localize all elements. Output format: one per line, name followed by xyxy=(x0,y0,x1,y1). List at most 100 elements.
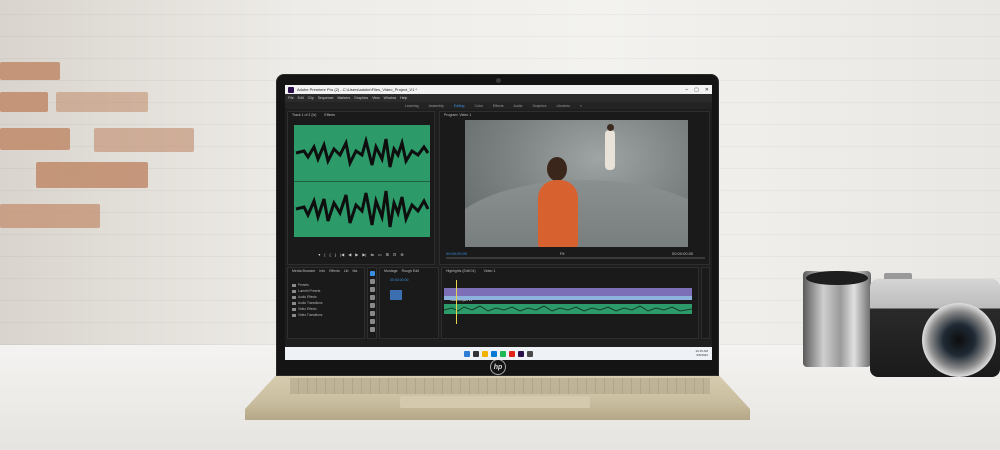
premiere-taskbar-icon[interactable] xyxy=(518,350,524,357)
start-icon[interactable] xyxy=(464,350,470,357)
workspace-editing[interactable]: Editing xyxy=(454,104,465,108)
step-forward-button[interactable]: ▶| xyxy=(362,252,366,257)
go-to-in-button[interactable]: |◀ xyxy=(340,252,344,257)
tab-libraries[interactable]: Lib xyxy=(344,269,349,273)
menu-window[interactable]: Window xyxy=(384,96,396,100)
brick xyxy=(36,162,148,188)
marker-button[interactable]: ▾ xyxy=(318,252,320,257)
workspace-more[interactable]: » xyxy=(580,104,582,108)
tab-effects[interactable]: Effects xyxy=(329,269,340,273)
workspace-effects[interactable]: Effects xyxy=(493,104,504,108)
source-monitor-panel: Track 1 of 2 (fx) Effects ▾ | { } |◀ ◀ ▶… xyxy=(287,111,435,265)
program-video-frame[interactable] xyxy=(465,120,688,247)
type-tool-icon[interactable] xyxy=(369,327,375,332)
window-titlebar: Adobe Premiere Pro (2) - C:\Users\adobe\… xyxy=(285,85,712,94)
maximize-button[interactable]: ▢ xyxy=(694,87,699,93)
menu-clip[interactable]: Clip xyxy=(308,96,314,100)
selection-tool-icon[interactable] xyxy=(369,271,375,276)
tab-rough-edit[interactable]: Rough Edit xyxy=(402,269,419,273)
montage-timecode[interactable]: 00:00:00:00 xyxy=(390,278,409,282)
track-select-tool-icon[interactable] xyxy=(369,279,375,284)
program-scrubber[interactable] xyxy=(446,257,705,259)
tab-source[interactable]: Track 1 of 2 (fx) xyxy=(292,113,316,117)
app-icon[interactable] xyxy=(527,350,533,357)
step-back-button[interactable]: ◀ xyxy=(348,252,351,257)
slip-tool-icon[interactable] xyxy=(369,303,375,308)
folder-icon xyxy=(292,295,296,299)
workspace-learning[interactable]: Learning xyxy=(405,104,419,108)
folder-icon xyxy=(292,283,296,287)
workspace-audio[interactable]: Audio xyxy=(514,104,523,108)
webcam xyxy=(496,78,501,83)
system-tray-clock[interactable]: 10:15 AM 9/6/2022 xyxy=(695,349,708,357)
window-title: Adobe Premiere Pro (2) - C:\Users\adobe\… xyxy=(297,87,417,92)
hand-tool-icon[interactable] xyxy=(369,319,375,324)
folder-icon xyxy=(292,307,296,311)
premiere-app-icon xyxy=(288,86,294,93)
hp-logo: hp xyxy=(490,359,506,375)
video-clip-track[interactable]: Video Project V1 xyxy=(444,288,692,302)
close-button[interactable]: ✕ xyxy=(705,87,709,93)
waveform-divider xyxy=(294,181,430,182)
pen-tool-icon[interactable] xyxy=(369,311,375,316)
menu-bar: File Edit Clip Sequence Markers Graphics… xyxy=(285,94,712,102)
separator: | xyxy=(324,252,326,257)
program-timecode-duration: 00:00:00:30 xyxy=(672,251,694,256)
tab-effect-controls[interactable]: Effects xyxy=(324,113,335,117)
menu-markers[interactable]: Markers xyxy=(337,96,350,100)
insert-button[interactable]: ▭ xyxy=(378,252,382,257)
mark-in-button[interactable]: { xyxy=(329,252,330,257)
workspace-libraries[interactable]: Libraries xyxy=(556,104,569,108)
minimize-button[interactable]: – xyxy=(685,87,688,93)
play-button[interactable]: ▶ xyxy=(355,252,358,257)
razor-tool-icon[interactable] xyxy=(369,295,375,300)
tab-info[interactable]: Info xyxy=(319,269,325,273)
folder-icon xyxy=(292,313,296,317)
brick xyxy=(0,204,100,228)
menu-view[interactable]: View xyxy=(372,96,380,100)
tab-sequence-highlights[interactable]: Highlights (Edit 01) xyxy=(446,269,476,273)
edge-icon[interactable] xyxy=(491,350,497,357)
brick xyxy=(0,62,60,80)
workspace-color[interactable]: Color xyxy=(475,104,483,108)
ripple-edit-tool-icon[interactable] xyxy=(369,287,375,292)
mark-out-button[interactable]: } xyxy=(335,252,336,257)
go-to-out-button[interactable]: ⇆ xyxy=(370,252,373,257)
file-explorer-icon[interactable] xyxy=(482,350,488,357)
menu-help[interactable]: Help xyxy=(400,96,407,100)
zoom-fit-select[interactable]: Fit xyxy=(560,251,564,256)
app-icon[interactable] xyxy=(509,350,515,357)
skater-figure xyxy=(605,130,615,170)
person-head xyxy=(547,157,567,181)
tab-program[interactable]: Program: Video 1 xyxy=(444,113,471,117)
workspace-graphics[interactable]: Graphics xyxy=(532,104,546,108)
search-icon[interactable] xyxy=(473,350,479,357)
list-item[interactable]: Video Transitions xyxy=(288,312,364,318)
clip-thumbnail[interactable] xyxy=(390,290,402,300)
audio-waveform[interactable] xyxy=(294,125,430,237)
skater-head xyxy=(607,124,614,131)
brick xyxy=(0,92,48,112)
timeline-panel: Highlights (Edit 01) Video 1 Video Proje… xyxy=(441,267,699,339)
overwrite-button[interactable]: ⊞ xyxy=(386,252,389,257)
add-button[interactable]: ⊕ xyxy=(400,252,403,257)
export-frame-button[interactable]: ⊡ xyxy=(393,252,396,257)
menu-file[interactable]: File xyxy=(288,96,294,100)
program-timecode-current[interactable]: 00:00:00:00 xyxy=(446,251,467,256)
workspace-assembly[interactable]: Assembly xyxy=(429,104,444,108)
menu-graphics[interactable]: Graphics xyxy=(354,96,368,100)
spotify-icon[interactable] xyxy=(500,350,506,357)
tab-media-browser[interactable]: Media Browser xyxy=(292,269,315,273)
video-clip-track-2[interactable] xyxy=(444,296,692,300)
tab-montage[interactable]: Montage xyxy=(384,269,398,273)
timeline-playhead[interactable] xyxy=(456,280,457,324)
menu-sequence[interactable]: Sequence xyxy=(318,96,334,100)
tab-sequence-video[interactable]: Video 1 xyxy=(484,269,496,273)
menu-edit[interactable]: Edit xyxy=(298,96,304,100)
audio-clip-track[interactable] xyxy=(444,304,692,314)
laptop-lid: hp Adobe Premiere Pro (2) - C:\Users\ado… xyxy=(276,74,719,376)
laptop-screen: Adobe Premiere Pro (2) - C:\Users\adobe\… xyxy=(285,85,712,360)
lens-cap xyxy=(806,271,868,285)
tab-markers[interactable]: Ma xyxy=(353,269,358,273)
camera-lens xyxy=(922,303,996,377)
